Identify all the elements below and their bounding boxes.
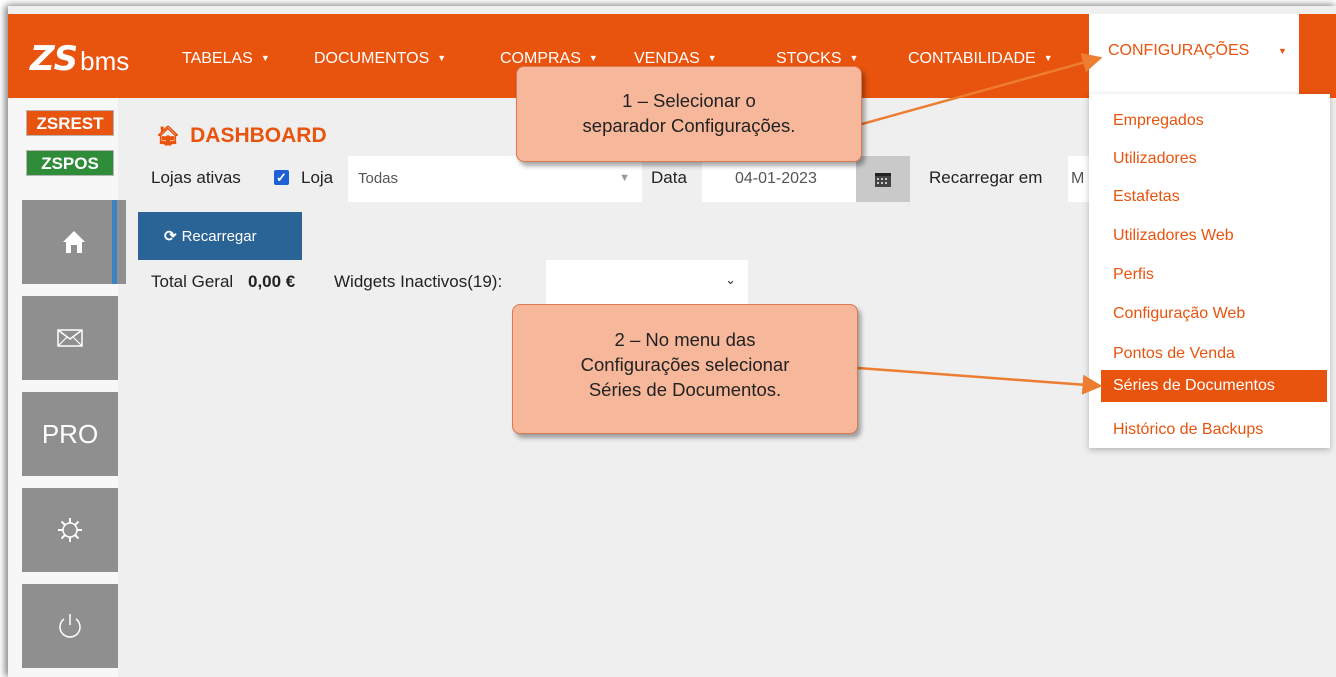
nav-tabelas-label: TABELAS <box>182 50 253 67</box>
menu-item-estafetas[interactable]: Estafetas <box>1089 179 1330 215</box>
lojas-ativas-checkbox[interactable]: ✓ <box>274 170 289 185</box>
calendar-button[interactable] <box>856 156 910 202</box>
callout-step-1-line-2: separador Configurações. <box>582 115 796 136</box>
chevron-down-icon: ⌄ <box>725 272 736 287</box>
menu-item-historico-de-backups[interactable]: Histórico de Backups <box>1089 412 1330 448</box>
caret-down-icon: ▼ <box>260 53 270 63</box>
logo-zs: ZS <box>30 39 78 79</box>
caret-down-icon: ▼ <box>588 53 598 63</box>
caret-down-icon: ▼ <box>849 53 859 63</box>
nav-tabelas[interactable]: TABELAS ▼ <box>182 50 270 68</box>
sidebar-power-button[interactable] <box>22 584 118 668</box>
sidebar-mail-button[interactable] <box>22 296 118 380</box>
active-indicator <box>112 200 117 284</box>
reload-button[interactable]: ⟳ Recarregar <box>138 212 302 260</box>
logo-bms: bms <box>80 46 130 76</box>
caret-down-icon: ▼ <box>707 53 717 63</box>
menu-item-perfis[interactable]: Perfis <box>1089 257 1330 293</box>
page-title-text: DASHBOARD <box>190 124 327 147</box>
caret-down-icon: ▼ <box>1278 46 1287 56</box>
home-icon <box>63 231 85 253</box>
loja-select[interactable]: Todas ▼ <box>348 156 642 202</box>
callout-step-1: 1 – Selecionar o separador Configurações… <box>516 66 862 162</box>
total-geral-value: 0,00 € <box>248 272 296 291</box>
app-tag-zspos[interactable]: ZSPOS <box>26 150 114 176</box>
widgets-inactivos-select[interactable]: ⌄ <box>546 260 748 304</box>
nav-configuracoes[interactable]: CONFIGURAÇÕES ▼ <box>1089 14 1299 98</box>
nav-configuracoes-label: CONFIGURAÇÕES <box>1108 42 1250 59</box>
callout-step-2: 2 – No menu das Configurações selecionar… <box>512 304 858 434</box>
nav-stocks-label: STOCKS <box>776 50 842 67</box>
callout-step-1-line-1: 1 – Selecionar o <box>622 90 756 111</box>
menu-item-series-de-documentos[interactable]: Séries de Documentos <box>1101 370 1327 402</box>
nav-compras-label: COMPRAS <box>500 50 581 67</box>
configuracoes-dropdown-menu: Empregados Utilizadores Estafetas Utiliz… <box>1089 94 1330 448</box>
caret-down-icon: ▼ <box>1043 53 1053 63</box>
callout2-arrow <box>857 366 1103 395</box>
sidebar-pro-button[interactable]: PRO <box>22 392 118 476</box>
power-icon <box>59 614 81 638</box>
menu-item-configuracao-web[interactable]: Configuração Web <box>1089 296 1330 332</box>
caret-down-icon: ▼ <box>437 53 447 63</box>
date-input-value: 04-01-2023 <box>735 170 817 187</box>
gear-icon <box>58 518 82 542</box>
calendar-icon <box>875 173 891 187</box>
callout-step-2-line-3: Séries de Documentos. <box>588 379 782 400</box>
chevron-down-icon: ▼ <box>619 172 630 184</box>
loja-label: Loja <box>301 168 334 187</box>
data-label: Data <box>651 168 687 187</box>
nav-vendas-label: VENDAS <box>634 50 700 67</box>
sidebar-settings-button[interactable] <box>22 488 118 572</box>
loja-select-value: Todas <box>358 170 399 187</box>
page-title: 🏠︎ DASHBOARD <box>156 124 327 148</box>
recarregar-em-label: Recarregar em <box>929 168 1043 187</box>
app-tag-zsrest[interactable]: ZSREST <box>26 110 114 136</box>
widgets-inactivos-label: Widgets Inactivos(19): <box>334 272 503 291</box>
nav-contabilidade-label: CONTABILIDADE <box>908 50 1036 67</box>
menu-item-utilizadores[interactable]: Utilizadores <box>1089 141 1330 177</box>
nav-contabilidade[interactable]: CONTABILIDADE ▼ <box>908 50 1053 68</box>
reload-button-label: Recarregar <box>181 227 257 245</box>
app-window: ZS bms TABELAS ▼ DOCUMENTOS ▼ COMPRAS ▼ VEN… <box>8 6 1336 677</box>
nav-documentos[interactable]: DOCUMENTOS ▼ <box>314 50 446 68</box>
date-input[interactable]: 04-01-2023 <box>702 156 856 202</box>
pro-label: PRO <box>41 418 99 449</box>
mail-icon <box>57 329 83 347</box>
callout-step-2-line-1: 2 – No menu das <box>614 329 756 350</box>
total-geral-label: Total Geral <box>151 272 234 291</box>
menu-item-pontos-de-venda[interactable]: Pontos de Venda <box>1089 336 1330 372</box>
lojas-ativas-label: Lojas ativas <box>151 168 241 187</box>
callout-step-2-line-2: Configurações selecionar <box>580 354 790 375</box>
home-icon: 🏠︎ <box>156 126 181 147</box>
refresh-icon: ⟳ <box>164 228 177 245</box>
sidebar-home-button[interactable] <box>22 200 126 284</box>
menu-item-utilizadores-web[interactable]: Utilizadores Web <box>1089 218 1330 254</box>
nav-documentos-label: DOCUMENTOS <box>314 50 430 67</box>
recarregar-em-value: M <box>1071 170 1085 187</box>
brand-logo[interactable]: ZS bms <box>30 38 129 78</box>
menu-item-empregados[interactable]: Empregados <box>1089 103 1330 139</box>
